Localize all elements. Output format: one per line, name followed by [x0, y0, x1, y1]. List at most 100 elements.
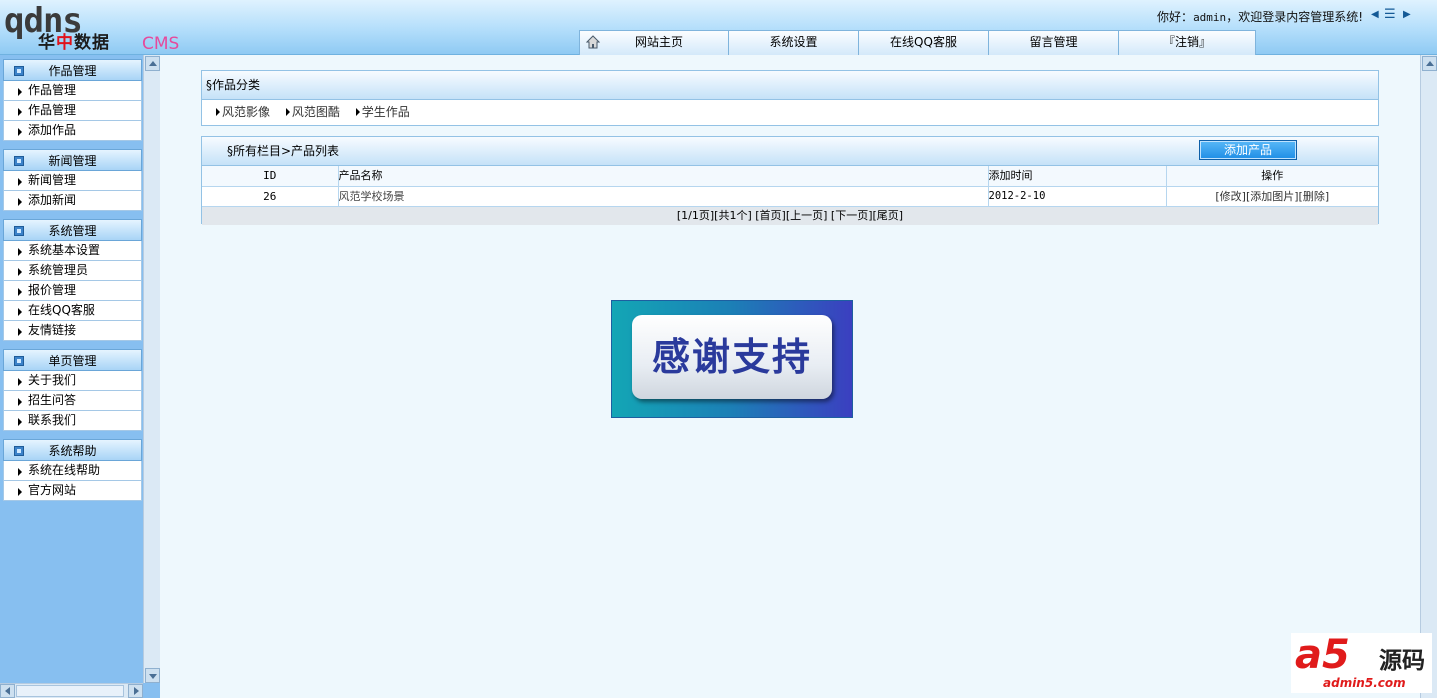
- sidebar-menu: 作品管理 作品管理 作品管理 添加作品 新闻管理 新闻管理 添加新闻 系统管理 …: [3, 59, 142, 501]
- category-links: 风范影像 风范图酷 学生作品: [202, 100, 1378, 125]
- arrow-right-icon: [18, 268, 22, 276]
- tab-messages[interactable]: 留言管理: [988, 30, 1119, 55]
- arrow-right-icon: [18, 328, 22, 336]
- sidebar-item-news-manage[interactable]: 新闻管理: [3, 171, 142, 191]
- pagination[interactable]: [1/1页][共1个] [首页][上一页] [下一页][尾页]: [202, 206, 1378, 225]
- add-image-link[interactable]: [添加图片]: [1246, 190, 1299, 203]
- section-system[interactable]: 系统管理: [3, 219, 142, 241]
- column-header-actions: 操作: [1166, 166, 1378, 187]
- prev-arrow-icon[interactable]: ◀: [1371, 9, 1379, 20]
- scroll-thumb[interactable]: [16, 685, 124, 697]
- sidebar-item-qq-service[interactable]: 在线QQ客服: [3, 301, 142, 321]
- home-icon: [586, 35, 600, 49]
- sidebar-item-add-news[interactable]: 添加新闻: [3, 191, 142, 211]
- welcome-user: admin: [1193, 11, 1227, 24]
- tab-label: 『注销』: [1162, 35, 1211, 49]
- add-product-button[interactable]: 添加产品: [1199, 140, 1297, 160]
- category-panel: §作品分类 风范影像 风范图酷 学生作品: [201, 70, 1379, 126]
- tab-logout[interactable]: 『注销』: [1118, 30, 1256, 55]
- sidebar-item-label: 作品管理: [28, 103, 77, 117]
- arrow-right-icon: [18, 418, 22, 426]
- edit-link[interactable]: [修改]: [1215, 190, 1246, 203]
- sidebar-item-admission-qa[interactable]: 招生问答: [3, 391, 142, 411]
- scroll-up-icon[interactable]: [1422, 56, 1437, 71]
- sidebar-horizontal-scrollbar[interactable]: [0, 683, 143, 698]
- sidebar-item-about[interactable]: 关于我们: [3, 371, 142, 391]
- arrow-right-icon: [18, 308, 22, 316]
- sidebar-item-label: 关于我们: [28, 373, 77, 387]
- section-title: 系统帮助: [48, 444, 97, 458]
- product-list-panel: §所有栏目>产品列表 添加产品 ID 产品名称 添加时间 操作 26 风范学校场…: [201, 136, 1379, 225]
- scroll-left-icon[interactable]: [0, 684, 15, 698]
- sidebar-item-official-site[interactable]: 官方网站: [3, 481, 142, 501]
- category-title: §作品分类: [202, 71, 1378, 100]
- scroll-right-icon[interactable]: [128, 684, 143, 698]
- category-link[interactable]: 学生作品: [356, 105, 410, 119]
- sidebar-item-works-manage-2[interactable]: 作品管理: [3, 101, 142, 121]
- section-title: 新闻管理: [48, 154, 97, 168]
- section-icon: [14, 446, 24, 456]
- sidebar-item-label: 官方网站: [28, 483, 77, 497]
- cell-name[interactable]: 风范学校场景: [338, 186, 989, 207]
- tab-label: 系统设置: [769, 35, 818, 49]
- arrow-right-icon: [18, 398, 22, 406]
- tab-home-label: 网站主页: [634, 35, 683, 49]
- main-vertical-scrollbar[interactable]: [1420, 55, 1437, 698]
- welcome-message: 你好：admin，欢迎登录内容管理系统!: [1157, 8, 1363, 25]
- sidebar-item-works-manage[interactable]: 作品管理: [3, 81, 142, 101]
- sidebar-item-friend-links[interactable]: 友情链接: [3, 321, 142, 341]
- arrow-right-icon: [18, 198, 22, 206]
- cell-id: 26: [202, 186, 339, 207]
- sidebar-item-admins[interactable]: 系统管理员: [3, 261, 142, 281]
- sidebar-vertical-scrollbar[interactable]: [143, 55, 160, 683]
- sidebar-item-label: 新闻管理: [28, 173, 77, 187]
- sidebar-item-label: 报价管理: [28, 283, 77, 297]
- arrow-right-icon: [18, 128, 22, 136]
- table-header-row: ID 产品名称 添加时间 操作: [202, 166, 1378, 187]
- sidebar-item-label: 添加新闻: [28, 193, 77, 207]
- arrow-right-icon: [18, 88, 22, 96]
- a5-watermark-logo: a5 源码 admin5.com: [1291, 633, 1432, 693]
- sidebar-item-label: 招生问答: [28, 393, 77, 407]
- logo-chinese: 华中数据: [38, 28, 110, 53]
- sidebar: 作品管理 作品管理 作品管理 添加作品 新闻管理 新闻管理 添加新闻 系统管理 …: [0, 55, 160, 698]
- welcome-suffix: ，欢迎登录内容管理系统!: [1226, 10, 1363, 24]
- top-nav-tabs: 网站主页 系统设置 在线QQ客服 留言管理 『注销』: [579, 30, 1256, 55]
- arrow-right-icon: [18, 178, 22, 186]
- logo-cn-mid: 中: [56, 33, 74, 53]
- category-link[interactable]: 风范图酷: [286, 105, 340, 119]
- header-bar: qdns 华中数据 CMS 你好：admin，欢迎登录内容管理系统! ◀ ☰ ▶…: [0, 0, 1437, 55]
- sidebar-item-add-work[interactable]: 添加作品: [3, 121, 142, 141]
- section-help[interactable]: 系统帮助: [3, 439, 142, 461]
- section-pages[interactable]: 单页管理: [3, 349, 142, 371]
- section-works[interactable]: 作品管理: [3, 59, 142, 81]
- menu-list-icon[interactable]: ☰: [1384, 7, 1396, 22]
- section-news[interactable]: 新闻管理: [3, 149, 142, 171]
- scroll-down-icon[interactable]: [145, 668, 160, 683]
- sidebar-item-quotes[interactable]: 报价管理: [3, 281, 142, 301]
- watermark-brand: a5: [1295, 632, 1350, 678]
- delete-link[interactable]: [删除]: [1299, 190, 1330, 203]
- category-link[interactable]: 风范影像: [216, 105, 270, 119]
- sidebar-item-label: 系统管理员: [28, 263, 89, 277]
- sidebar-item-label: 系统在线帮助: [28, 463, 101, 477]
- tab-qq-service[interactable]: 在线QQ客服: [858, 30, 989, 55]
- list-title-text: §所有栏目>产品列表: [227, 144, 340, 158]
- sidebar-item-label: 系统基本设置: [28, 243, 101, 257]
- sidebar-item-online-help[interactable]: 系统在线帮助: [3, 461, 142, 481]
- sidebar-item-label: 在线QQ客服: [28, 303, 95, 317]
- section-icon: [14, 226, 24, 236]
- arrow-right-icon: [18, 288, 22, 296]
- section-title: 系统管理: [48, 224, 97, 238]
- column-header-name: 产品名称: [338, 166, 989, 187]
- sidebar-item-basic-settings[interactable]: 系统基本设置: [3, 241, 142, 261]
- sidebar-item-contact[interactable]: 联系我们: [3, 411, 142, 431]
- tab-home[interactable]: 网站主页: [579, 30, 729, 55]
- sidebar-item-label: 联系我们: [28, 413, 77, 427]
- column-header-time: 添加时间: [988, 166, 1167, 187]
- next-arrow-icon[interactable]: ▶: [1403, 9, 1411, 20]
- sidebar-item-label: 作品管理: [28, 83, 77, 97]
- section-icon: [14, 66, 24, 76]
- tab-system-settings[interactable]: 系统设置: [728, 30, 859, 55]
- scroll-up-icon[interactable]: [145, 56, 160, 71]
